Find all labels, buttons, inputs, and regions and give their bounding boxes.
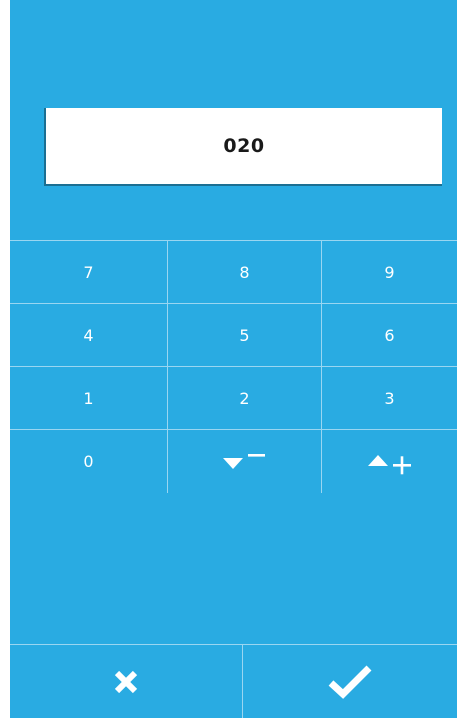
key-3[interactable]: 3 [322, 367, 457, 429]
key-label: 6 [384, 325, 395, 345]
key-6[interactable]: 6 [322, 304, 457, 366]
key-2[interactable]: 2 [168, 367, 322, 429]
decrement-button[interactable] [168, 430, 322, 493]
keypad-row: 0 [10, 430, 457, 493]
triangle-up-plus-icon [367, 454, 411, 474]
keypad-row: 1 2 3 [10, 367, 457, 430]
display-value: 020 [223, 135, 265, 157]
keypad-row: 4 5 6 [10, 304, 457, 367]
value-display[interactable]: 020 [44, 108, 442, 186]
key-label: 7 [83, 262, 94, 282]
key-4[interactable]: 4 [10, 304, 168, 366]
checkmark-icon [328, 665, 372, 699]
key-5[interactable]: 5 [168, 304, 322, 366]
numeric-keypad-screen: 020 7 8 9 4 5 6 1 2 3 0 [10, 0, 457, 718]
keypad: 7 8 9 4 5 6 1 2 3 0 [10, 240, 457, 494]
key-label: 1 [83, 388, 94, 408]
key-9[interactable]: 9 [322, 241, 457, 303]
cancel-button[interactable] [10, 645, 243, 718]
key-0[interactable]: 0 [10, 430, 168, 493]
increment-button[interactable] [322, 430, 457, 493]
close-icon [114, 670, 138, 693]
confirm-button[interactable] [243, 645, 457, 718]
key-label: 9 [384, 262, 395, 282]
key-label: 5 [239, 325, 250, 345]
key-label: 0 [83, 452, 94, 471]
key-7[interactable]: 7 [10, 241, 168, 303]
keypad-row: 7 8 9 [10, 241, 457, 304]
key-8[interactable]: 8 [168, 241, 322, 303]
key-label: 2 [239, 388, 250, 408]
key-label: 4 [83, 325, 94, 345]
triangle-down-minus-icon [222, 453, 265, 469]
key-label: 3 [384, 388, 395, 408]
action-bar [10, 644, 457, 718]
key-1[interactable]: 1 [10, 367, 168, 429]
key-label: 8 [239, 262, 250, 282]
